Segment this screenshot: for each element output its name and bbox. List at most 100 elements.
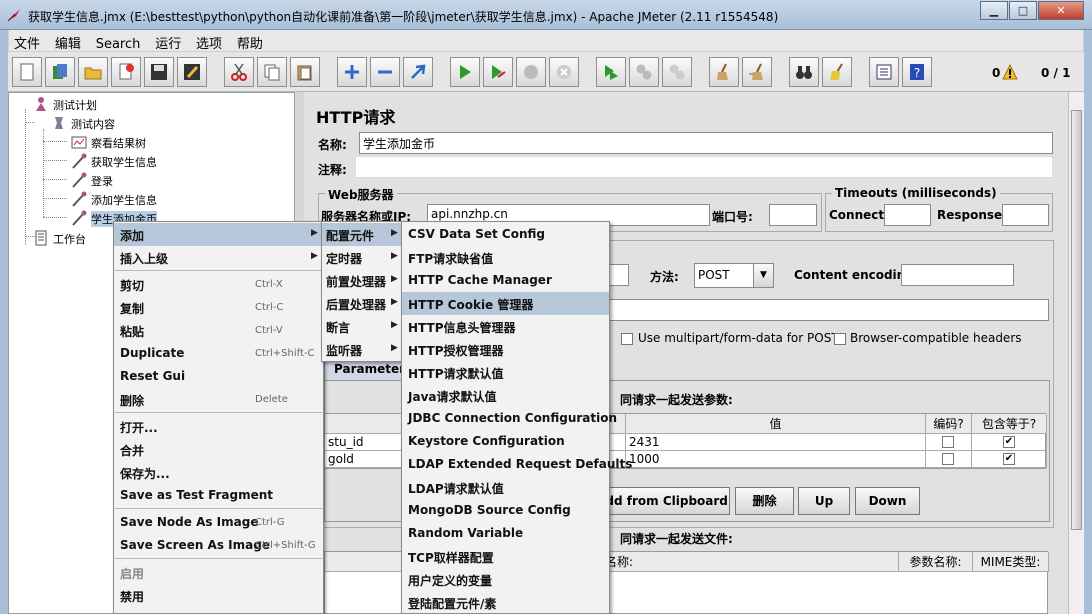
help-button[interactable]: ? [902, 57, 932, 87]
submenu-config-element[interactable]: 配置元件 ▶ [322, 223, 401, 246]
menu-options[interactable]: 选项 [191, 30, 228, 52]
include-equals-checkbox[interactable]: ✔ [1003, 436, 1015, 448]
menu-item-paste[interactable]: 粘贴 Ctrl-V [114, 319, 323, 342]
save-button[interactable] [144, 57, 174, 87]
menu-item-duplicate[interactable]: Duplicate Ctrl+Shift-C [114, 342, 323, 365]
maximize-button[interactable]: □ [1009, 1, 1037, 20]
config-item[interactable]: HTTP信息头管理器 [402, 315, 609, 338]
menu-item-save-node-image[interactable]: Save Node As Image Ctrl-G [114, 511, 323, 534]
clear-button[interactable] [709, 57, 739, 87]
add-from-clipboard-button[interactable]: Add from Clipboard [594, 487, 730, 515]
collapse-button[interactable] [370, 57, 400, 87]
config-item[interactable]: FTP请求缺省值 [402, 246, 609, 269]
config-item[interactable]: Keystore Configuration [402, 430, 609, 453]
submenu-timer[interactable]: 定时器 ▶ [322, 246, 401, 269]
remote-shutdown-button[interactable] [662, 57, 692, 87]
start-no-pause-button[interactable] [483, 57, 513, 87]
config-item[interactable]: LDAP Extended Request Defaults [402, 453, 632, 476]
templates-button[interactable] [45, 57, 75, 87]
menu-item-reset-gui[interactable]: Reset Gui [114, 365, 323, 388]
submenu-assertion[interactable]: 断言 ▶ [322, 315, 401, 338]
method-select[interactable]: POST ▼ [694, 263, 774, 288]
comment-field[interactable] [355, 156, 1053, 178]
down-button[interactable]: Down [855, 487, 920, 515]
remote-start-button[interactable] [596, 57, 626, 87]
start-button[interactable] [450, 57, 480, 87]
cut-button[interactable] [224, 57, 254, 87]
menu-item-add[interactable]: 添加 ▶ [114, 223, 323, 246]
menu-help[interactable]: 帮助 [232, 30, 269, 52]
open-button[interactable] [78, 57, 108, 87]
config-item[interactable]: MongoDB Source Config [402, 499, 609, 522]
save-as-button[interactable] [177, 57, 207, 87]
close-file-button[interactable] [111, 57, 141, 87]
include-equals-checkbox[interactable]: ✔ [1003, 453, 1015, 465]
menu-item-insert-parent[interactable]: 插入上级 ▶ [114, 246, 323, 269]
param-value-cell[interactable]: 1000 [626, 451, 926, 468]
menu-item-save-as-fragment[interactable]: Save as Test Fragment [114, 484, 323, 507]
submenu-listener[interactable]: 监听器 ▶ [322, 338, 401, 361]
col-value-header[interactable]: 值 [626, 414, 926, 434]
stop-button[interactable] [516, 57, 546, 87]
path-field[interactable] [560, 299, 1049, 321]
config-item[interactable]: LDAP请求默认值 [402, 476, 609, 499]
reset-search-button[interactable] [822, 57, 852, 87]
remote-stop-button[interactable] [629, 57, 659, 87]
col-param-name-header[interactable]: 参数名称: [899, 552, 973, 572]
col-mime-header[interactable]: MIME类型: [973, 552, 1049, 572]
config-item[interactable]: JDBC Connection Configuration [402, 407, 617, 430]
toggle-button[interactable] [403, 57, 433, 87]
menu-item-delete[interactable]: 删除 Delete [114, 388, 323, 411]
name-field[interactable]: 学生添加金币 [359, 132, 1053, 154]
port-field[interactable] [769, 204, 817, 226]
clear-all-button[interactable] [742, 57, 772, 87]
col-include-header[interactable]: 包含等于? [972, 414, 1047, 434]
response-timeout-field[interactable] [1002, 204, 1049, 226]
param-include-cell[interactable]: ✔ [972, 434, 1047, 451]
new-button[interactable] [12, 57, 42, 87]
warning-icon[interactable] [1002, 64, 1018, 80]
submenu-post-processor[interactable]: 后置处理器 ▶ [322, 292, 401, 315]
menu-run[interactable]: 运行 [150, 30, 187, 52]
menu-search[interactable]: Search [91, 34, 147, 52]
menu-file[interactable]: 文件 [9, 30, 46, 52]
menu-item-copy[interactable]: 复制 Ctrl-C [114, 296, 323, 319]
menu-item-cut[interactable]: 剪切 Ctrl-X [114, 273, 323, 296]
config-item[interactable]: 登陆配置元件/素 [402, 591, 609, 614]
config-item[interactable]: 用户定义的变量 [402, 568, 609, 591]
scrollbar-thumb[interactable] [1071, 110, 1082, 530]
encode-checkbox[interactable] [942, 436, 954, 448]
paste-button[interactable] [290, 57, 320, 87]
browser-headers-checkbox[interactable] [834, 333, 846, 345]
menu-item-save-as[interactable]: 保存为... [114, 461, 323, 484]
config-item[interactable]: HTTP授权管理器 [402, 338, 609, 361]
param-include-cell[interactable]: ✔ [972, 451, 1047, 468]
submenu-pre-processor[interactable]: 前置处理器 ▶ [322, 269, 401, 292]
search-button[interactable] [789, 57, 819, 87]
encode-checkbox[interactable] [942, 453, 954, 465]
menu-item-save-screen-image[interactable]: Save Screen As Image Ctrl+Shift-G [114, 534, 323, 557]
config-item[interactable]: Java请求默认值 [402, 384, 609, 407]
expand-button[interactable] [337, 57, 367, 87]
up-button[interactable]: Up [798, 487, 850, 515]
delete-button[interactable]: 删除 [735, 487, 794, 515]
function-helper-button[interactable] [869, 57, 899, 87]
config-item[interactable]: HTTP请求默认值 [402, 361, 609, 384]
content-encoding-field[interactable] [901, 264, 1014, 286]
col-encode-header[interactable]: 编码? [926, 414, 972, 434]
config-item[interactable]: CSV Data Set Config [402, 223, 609, 246]
connect-timeout-field[interactable] [884, 204, 931, 226]
multipart-checkbox[interactable] [621, 333, 633, 345]
param-encode-cell[interactable] [926, 451, 972, 468]
config-item[interactable]: Random Variable [402, 522, 609, 545]
menu-item-merge[interactable]: 合并 [114, 438, 323, 461]
shutdown-button[interactable] [549, 57, 579, 87]
config-item[interactable]: HTTP Cache Manager [402, 269, 609, 292]
copy-button[interactable] [257, 57, 287, 87]
close-window-button[interactable]: ✕ [1038, 1, 1084, 20]
config-item[interactable]: TCP取样器配置 [402, 545, 609, 568]
minimize-button[interactable]: ▁ [980, 1, 1008, 20]
menu-item-open[interactable]: 打开... [114, 415, 323, 438]
param-encode-cell[interactable] [926, 434, 972, 451]
param-value-cell[interactable]: 2431 [626, 434, 926, 451]
